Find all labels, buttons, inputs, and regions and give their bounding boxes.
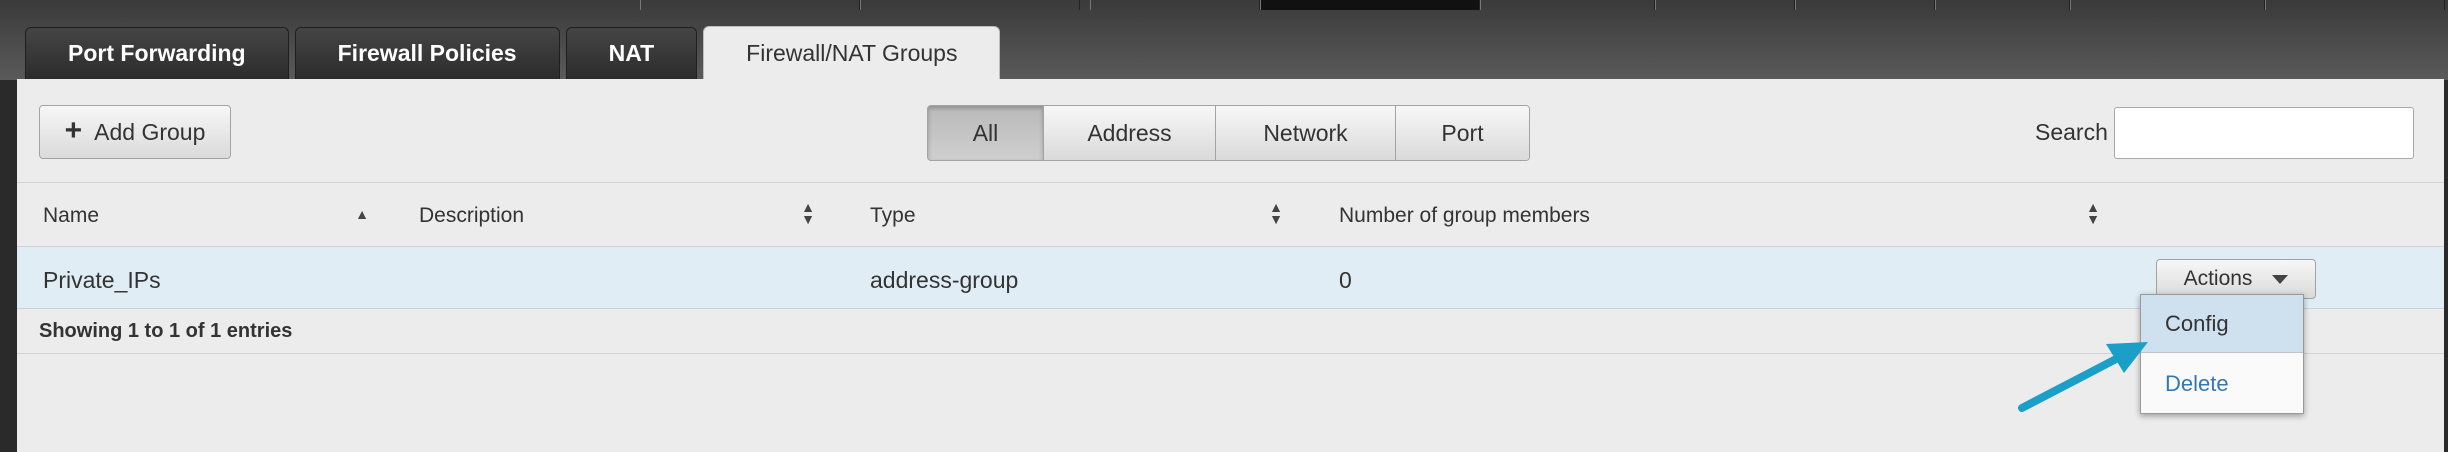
search-label: Search [2035, 119, 2108, 145]
sort-icon[interactable]: ▲ ▼ [1267, 200, 1285, 226]
background-tab [1795, 0, 1935, 10]
sort-icon[interactable]: ▲ ▼ [2084, 200, 2102, 226]
actions-button[interactable]: Actions [2156, 259, 2316, 299]
tab-firewall-nat-groups[interactable]: Firewall/NAT Groups [703, 26, 1001, 80]
plus-icon: + [64, 113, 83, 147]
table-header: Name ▲ Description ▲ ▼ Type ▲ ▼ Number of … [17, 183, 2444, 247]
background-tab [1090, 0, 1260, 10]
background-tab [1260, 0, 1480, 10]
filter-all-button[interactable]: All [928, 106, 1043, 160]
background-tab [2265, 0, 2445, 10]
table-row[interactable]: Private_IPs address-group 0 Actions [17, 247, 2444, 309]
background-tab [1655, 0, 1795, 10]
column-header-description[interactable]: Description [419, 204, 524, 228]
sort-ascending-icon[interactable]: ▲ [353, 207, 371, 221]
tab-nat[interactable]: NAT [565, 27, 698, 79]
add-group-label: Add Group [94, 118, 206, 145]
search-input[interactable] [2114, 107, 2414, 159]
table-info: Showing 1 to 1 of 1 entries [17, 309, 2444, 354]
filter-address-button[interactable]: Address [1043, 106, 1215, 160]
toolbar: + Add Group All Address Network Port Sea… [17, 79, 2444, 183]
menu-item-config[interactable]: Config [2141, 295, 2303, 353]
tab-firewall-policies[interactable]: Firewall Policies [294, 27, 560, 79]
cell-name: Private_IPs [43, 267, 161, 293]
menu-item-delete[interactable]: Delete [2141, 355, 2303, 413]
tab-port-forwarding[interactable]: Port Forwarding [25, 27, 289, 79]
background-tab [2070, 0, 2265, 10]
add-group-button[interactable]: + Add Group [39, 105, 231, 159]
cell-type: address-group [870, 267, 1019, 293]
entries-count: Showing 1 to 1 of 1 entries [39, 320, 293, 342]
filter-port-button[interactable]: Port [1395, 106, 1529, 160]
firewall-tabs: Port Forwarding Firewall Policies NAT Fi… [25, 26, 1001, 80]
cell-members: 0 [1339, 267, 1352, 293]
groups-panel: + Add Group All Address Network Port Sea… [17, 79, 2444, 452]
background-tab [1480, 0, 1655, 10]
sort-icon[interactable]: ▲ ▼ [799, 200, 817, 226]
actions-label: Actions [2183, 267, 2253, 290]
actions-dropdown-menu: Config Delete [2140, 294, 2304, 414]
group-type-filter: All Address Network Port [927, 105, 1530, 161]
caret-down-icon [2272, 274, 2289, 284]
background-tab [1935, 0, 2070, 10]
column-header-type[interactable]: Type [870, 204, 916, 228]
column-header-members[interactable]: Number of group members [1339, 204, 1590, 228]
background-tab [860, 0, 1080, 10]
filter-network-button[interactable]: Network [1215, 106, 1395, 160]
background-tab [640, 0, 860, 10]
column-header-name[interactable]: Name [43, 204, 99, 228]
